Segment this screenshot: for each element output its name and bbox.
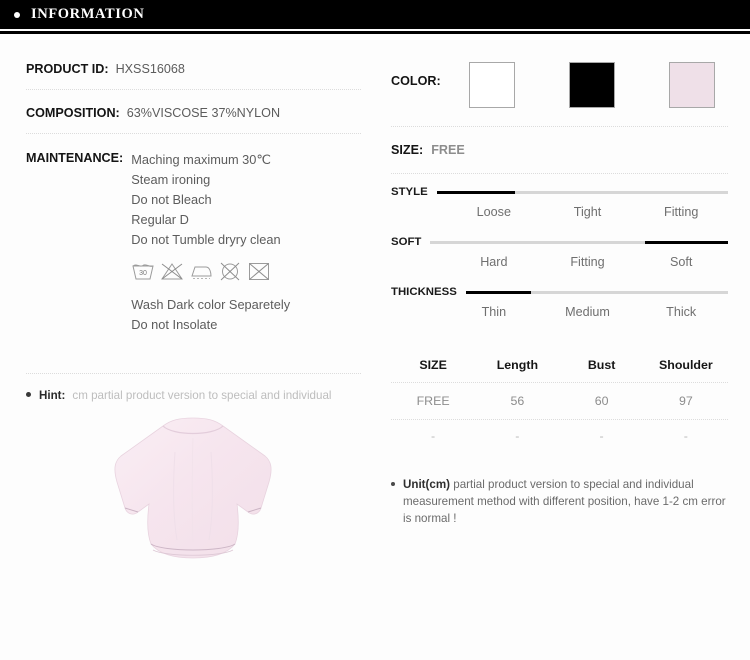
maintenance-line: Regular D: [131, 212, 189, 227]
wash-30-icon: 30: [132, 264, 154, 280]
slider-soft-label: SOFT: [391, 236, 422, 248]
do-not-bleach-icon: [161, 263, 184, 280]
attribute-slider-group: STYLE Loose Tight Fitting SOFT Hard Fitt…: [391, 174, 728, 334]
slider-thickness-option-thick[interactable]: Thick: [634, 305, 728, 319]
maintenance-line-list: Maching maximum 30℃ Steam ironing Do not…: [131, 150, 290, 250]
maintenance-line: Do not Insolate: [131, 317, 218, 332]
slider-thickness-track[interactable]: [465, 290, 728, 294]
bullet-dot-icon: [26, 392, 31, 397]
slider-style-option-fitting[interactable]: Fitting: [634, 205, 728, 219]
page-title: INFORMATION: [31, 6, 145, 22]
slider-soft-option-hard[interactable]: Hard: [447, 255, 541, 269]
swatch-pink[interactable]: [669, 62, 715, 108]
product-id-block: PRODUCT ID: HXSS16068: [26, 34, 361, 89]
cell-shoulder: -: [683, 429, 688, 443]
slider-thickness-option-medium[interactable]: Medium: [541, 305, 635, 319]
slider-soft[interactable]: SOFT Hard Fitting Soft: [391, 234, 728, 284]
size-chart-table: SIZE Length Bust Shoulder FREE 56 60 97 …: [391, 334, 728, 452]
slider-soft-track[interactable]: [430, 240, 728, 244]
swatch-white[interactable]: [469, 62, 515, 108]
unit-note: Unit(cm) partial product version to spec…: [391, 452, 728, 527]
right-column: COLOR: SIZE: FREE STYLE Loose Tight Fitt…: [375, 34, 750, 660]
product-photo: [114, 417, 272, 559]
slider-soft-option-fitting[interactable]: Fitting: [541, 255, 635, 269]
color-label: COLOR:: [391, 74, 441, 88]
hint-text: cm partial product version to special an…: [72, 389, 332, 402]
do-not-dry-clean-icon: [249, 263, 270, 280]
composition-label: COMPOSITION:: [26, 106, 120, 120]
maintenance-extra-list: Wash Dark color Separetely Do not Insola…: [131, 295, 290, 335]
unit-note-strong: Unit(cm): [403, 478, 451, 491]
hint-label: Hint:: [39, 389, 66, 402]
maintenance-line: Do not Tumble dryry clean: [131, 232, 281, 247]
bullet-dot-icon: [391, 482, 395, 486]
slider-soft-option-soft[interactable]: Soft: [634, 255, 728, 269]
hint-row: Hint: cm partial product version to spec…: [26, 374, 361, 402]
product-photo-wrap: [26, 412, 361, 577]
maintenance-line: Wash Dark color Separetely: [131, 297, 291, 312]
cell-bust: -: [599, 429, 604, 443]
slider-style-label: STYLE: [391, 186, 428, 198]
slider-style-option-loose[interactable]: Loose: [447, 205, 541, 219]
maintenance-label: MAINTENANCE:: [26, 151, 124, 165]
table-row: - - - -: [391, 420, 728, 452]
maintenance-block: MAINTENANCE: Maching maximum 30℃ Steam i…: [26, 134, 361, 335]
iron-icon: [191, 266, 212, 279]
bullet-dot-icon: [14, 11, 20, 18]
product-id-value: HXSS16068: [115, 62, 185, 76]
maintenance-line: Maching maximum 30℃: [131, 152, 271, 167]
slider-thickness-fill: [465, 290, 532, 294]
information-header-bar: INFORMATION: [0, 0, 750, 29]
care-symbol-row: 30: [131, 262, 290, 281]
slider-style-option-tight[interactable]: Tight: [541, 205, 635, 219]
svg-text:30: 30: [139, 270, 147, 277]
slider-style[interactable]: STYLE Loose Tight Fitting: [391, 184, 728, 234]
cell-length: -: [515, 429, 520, 443]
cell-length: 56: [510, 394, 525, 408]
slider-thickness[interactable]: THICKNESS Thin Medium Thick: [391, 284, 728, 334]
slider-style-fill: [436, 190, 516, 194]
composition-value: 63%VISCOSE 37%NYLON: [126, 106, 281, 120]
column-header-size: SIZE: [419, 358, 447, 372]
column-header-bust: Bust: [587, 358, 616, 372]
table-header-row: SIZE Length Bust Shoulder: [391, 352, 728, 382]
cell-size: FREE: [416, 394, 450, 408]
maintenance-line: Do not Bleach: [131, 192, 212, 207]
swatch-black[interactable]: [569, 62, 615, 108]
slider-thickness-option-thin[interactable]: Thin: [447, 305, 541, 319]
cell-size: -: [431, 429, 436, 443]
column-header-shoulder: Shoulder: [659, 358, 713, 372]
table-row: FREE 56 60 97: [391, 383, 728, 419]
size-label: SIZE:: [391, 143, 424, 157]
maintenance-line: Steam ironing: [131, 172, 211, 187]
slider-style-track[interactable]: [436, 190, 728, 194]
column-header-length: Length: [496, 358, 539, 372]
do-not-tumble-dry-icon: [220, 262, 240, 281]
composition-block: COMPOSITION: 63%VISCOSE 37%NYLON: [26, 90, 361, 133]
cell-bust: 60: [594, 394, 609, 408]
slider-soft-fill: [644, 240, 728, 244]
left-column: PRODUCT ID: HXSS16068 COMPOSITION: 63%VI…: [0, 34, 375, 660]
color-block: COLOR:: [391, 34, 728, 126]
slider-thickness-label: THICKNESS: [391, 286, 457, 298]
size-value: FREE: [431, 143, 465, 157]
information-body: PRODUCT ID: HXSS16068 COMPOSITION: 63%VI…: [0, 34, 750, 660]
cell-shoulder: 97: [678, 394, 693, 408]
product-id-label: PRODUCT ID:: [26, 62, 109, 76]
size-block: SIZE: FREE: [391, 127, 728, 173]
color-swatch-group: [469, 62, 715, 108]
unit-note-text: partial product version to special and i…: [403, 478, 726, 525]
